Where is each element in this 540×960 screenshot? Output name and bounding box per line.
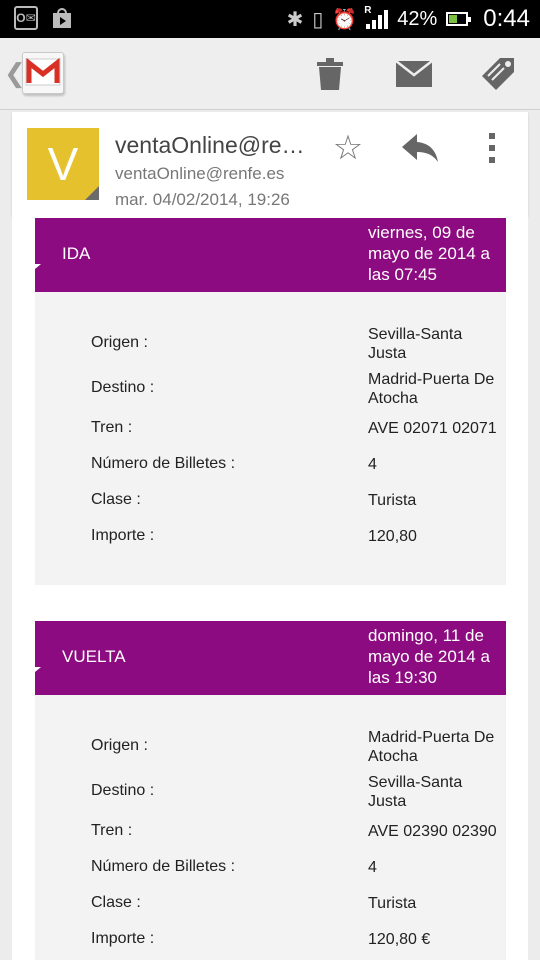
detail-label: Clase : — [91, 894, 141, 911]
detail-label: Importe : — [91, 527, 155, 544]
alarm-icon: ⏰ — [332, 8, 358, 31]
labels-button[interactable] — [478, 54, 518, 94]
detail-value: AVE 02390 02390 — [368, 823, 497, 840]
detail-value: 120,80 — [368, 528, 417, 545]
trip-details: Origen : Madrid-Puerta De Atocha Destino… — [35, 695, 506, 960]
detail-label: Importe : — [91, 930, 155, 947]
detail-value: Sevilla-Santa Justa — [368, 774, 463, 810]
bluetooth-icon: ✱ — [286, 8, 304, 31]
detail-label: Origen : — [91, 334, 148, 351]
overflow-menu-button[interactable] — [472, 128, 512, 168]
sent-date: mar. 04/02/2014, 19:26 — [115, 190, 290, 209]
mail-icon — [395, 60, 433, 87]
detail-value: Turista — [368, 492, 417, 509]
detail-value: 120,80 € — [368, 931, 431, 948]
status-bar: O✉ ✱ ▯ ⏰ R 42% 0:44 — [0, 0, 540, 38]
trip-outbound: IDA viernes, 09 de mayo de 2014 a las 07… — [35, 218, 506, 585]
delete-button[interactable] — [310, 54, 350, 94]
star-icon: ☆ — [332, 129, 364, 167]
battery-percent: 42% — [397, 7, 438, 30]
label-icon — [482, 58, 514, 90]
trip-label: IDA — [62, 244, 91, 263]
trip-label: VUELTA — [62, 647, 126, 666]
trip-header: VUELTA domingo, 11 de mayo de 2014 a las… — [35, 621, 506, 695]
detail-value: Madrid-Puerta De Atocha — [368, 729, 495, 765]
roaming-indicator: R — [364, 5, 372, 16]
detail-value: 4 — [368, 456, 377, 473]
detail-value: Madrid-Puerta De Atocha — [368, 371, 495, 407]
detail-value: AVE 02071 02071 — [368, 420, 497, 437]
more-vert-icon — [489, 133, 495, 163]
detail-label: Clase : — [91, 491, 141, 508]
avatar[interactable]: V — [27, 128, 99, 200]
outlook-notification-icon: O✉ — [14, 6, 38, 30]
detail-label: Destino : — [91, 782, 155, 799]
sender-email: ventaOnline@renfe.es — [115, 164, 285, 183]
detail-label: Tren : — [91, 419, 133, 436]
trip-details: Origen : Sevilla-Santa Justa Destino : M… — [35, 292, 506, 585]
star-button[interactable]: ☆ — [328, 128, 368, 168]
vibrate-icon: ▯ — [312, 8, 324, 31]
reply-icon — [402, 134, 438, 162]
trash-icon — [317, 58, 343, 90]
detail-value: 4 — [368, 859, 377, 876]
clock: 0:44 — [483, 5, 530, 32]
reply-button[interactable] — [400, 128, 440, 168]
signal-icon: R — [364, 5, 389, 29]
detail-value: Turista — [368, 895, 417, 912]
notification-icons: O✉ — [14, 6, 74, 35]
email-body: IDA viernes, 09 de mayo de 2014 a las 07… — [12, 216, 528, 960]
trip-return: VUELTA domingo, 11 de mayo de 2014 a las… — [35, 621, 506, 960]
trip-datetime: domingo, 11 de mayo de 2014 a las 19:30 — [368, 626, 490, 687]
battery-icon — [446, 12, 472, 26]
detail-label: Tren : — [91, 822, 133, 839]
detail-label: Número de Billetes : — [91, 455, 236, 472]
system-icons: ✱ ▯ ⏰ R 42% 0:44 — [287, 0, 530, 38]
trip-header: IDA viernes, 09 de mayo de 2014 a las 07… — [35, 218, 506, 292]
action-bar: ❮ — [0, 38, 540, 110]
message-header: V ventaOnline@re… ventaOnline@renfe.es m… — [12, 112, 528, 216]
detail-label: Origen : — [91, 737, 148, 754]
detail-label: Número de Billetes : — [91, 858, 236, 875]
gmail-logo-icon[interactable] — [22, 52, 64, 94]
detail-label: Destino : — [91, 379, 155, 396]
detail-value: Sevilla-Santa Justa — [368, 326, 463, 362]
mark-unread-button[interactable] — [394, 54, 434, 94]
avatar-letter: V — [47, 138, 79, 190]
sender-name[interactable]: ventaOnline@re… — [115, 132, 305, 159]
trip-datetime: viernes, 09 de mayo de 2014 a las 07:45 — [368, 223, 490, 284]
play-store-notification-icon — [50, 6, 74, 35]
